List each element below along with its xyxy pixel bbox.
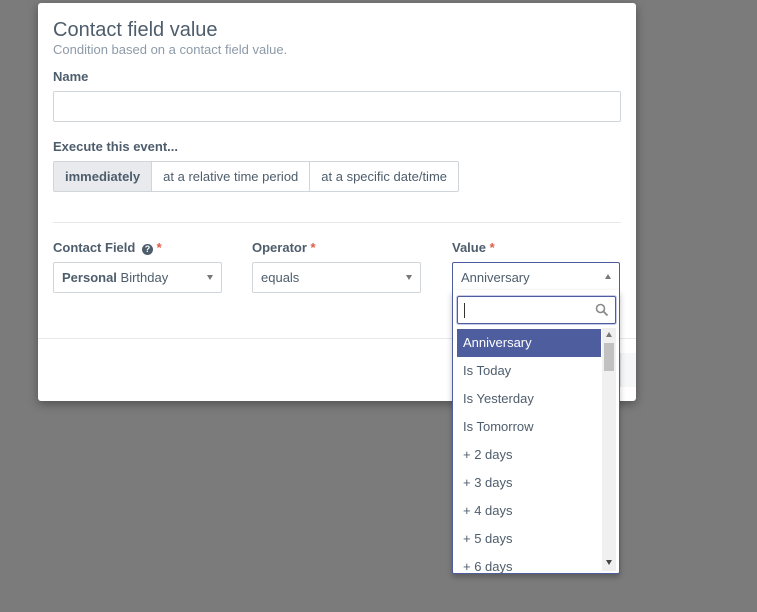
dropdown-option[interactable]: Is Today — [457, 357, 601, 385]
dropdown-options: Anniversary Is Today Is Yesterday Is Tom… — [457, 329, 601, 573]
operator-label: Operator * — [252, 240, 316, 255]
timing-relative-button[interactable]: at a relative time period — [151, 161, 311, 192]
required-mark: * — [489, 240, 495, 255]
execute-event-label: Execute this event... — [53, 139, 178, 154]
operator-value: equals — [261, 270, 300, 285]
value-label-text: Value — [452, 240, 486, 255]
question-circle-icon[interactable]: ? — [141, 244, 153, 255]
timing-specific-button[interactable]: at a specific date/time — [309, 161, 460, 192]
scroll-up-arrow-icon[interactable] — [606, 332, 612, 337]
required-mark: * — [156, 240, 162, 255]
modal-subtitle: Condition based on a contact field value… — [53, 42, 288, 57]
dropdown-option[interactable]: Anniversary — [457, 329, 601, 357]
dropdown-option[interactable]: Is Tomorrow — [457, 413, 601, 441]
chevron-down-icon — [207, 275, 213, 280]
section-divider — [53, 222, 621, 223]
dropdown-option[interactable]: + 6 days — [457, 553, 601, 573]
text-cursor — [464, 303, 465, 318]
chevron-down-icon — [406, 275, 412, 280]
required-mark: * — [310, 240, 316, 255]
chevron-up-icon — [605, 274, 611, 279]
value-selected: Anniversary — [461, 270, 530, 285]
value-select[interactable]: Anniversary — [452, 262, 620, 293]
contact-field-label-text: Contact Field — [53, 240, 136, 255]
footer-button-partial[interactable] — [620, 353, 636, 387]
name-input[interactable] — [53, 91, 621, 122]
scroll-down-arrow-icon[interactable] — [606, 560, 612, 565]
value-label: Value * — [452, 240, 495, 255]
value-dropdown: Anniversary Is Today Is Yesterday Is Tom… — [452, 290, 620, 574]
dropdown-option[interactable]: + 2 days — [457, 441, 601, 469]
timing-immediately-button[interactable]: immediately — [53, 161, 153, 192]
search-icon — [595, 303, 609, 317]
dropdown-scrollbar[interactable] — [602, 328, 616, 571]
dropdown-option[interactable]: + 5 days — [457, 525, 601, 553]
scrollbar-thumb[interactable] — [604, 343, 614, 371]
dropdown-option[interactable]: + 4 days — [457, 497, 601, 525]
contact-field-label: Contact Field ? * — [53, 240, 162, 255]
contact-field-value: Birthday — [120, 270, 169, 285]
execute-timing-group: immediately at a relative time period at… — [53, 161, 460, 192]
dropdown-option[interactable]: Is Yesterday — [457, 385, 601, 413]
dropdown-option[interactable]: + 3 days — [457, 469, 601, 497]
modal-title: Contact field value — [53, 19, 218, 41]
name-label: Name — [53, 69, 89, 84]
operator-select[interactable]: equals — [252, 262, 421, 293]
dropdown-search-input[interactable] — [457, 296, 616, 324]
operator-label-text: Operator — [252, 240, 307, 255]
contact-field-group: Personal — [62, 270, 117, 285]
contact-field-select[interactable]: Personal Birthday — [53, 262, 222, 293]
